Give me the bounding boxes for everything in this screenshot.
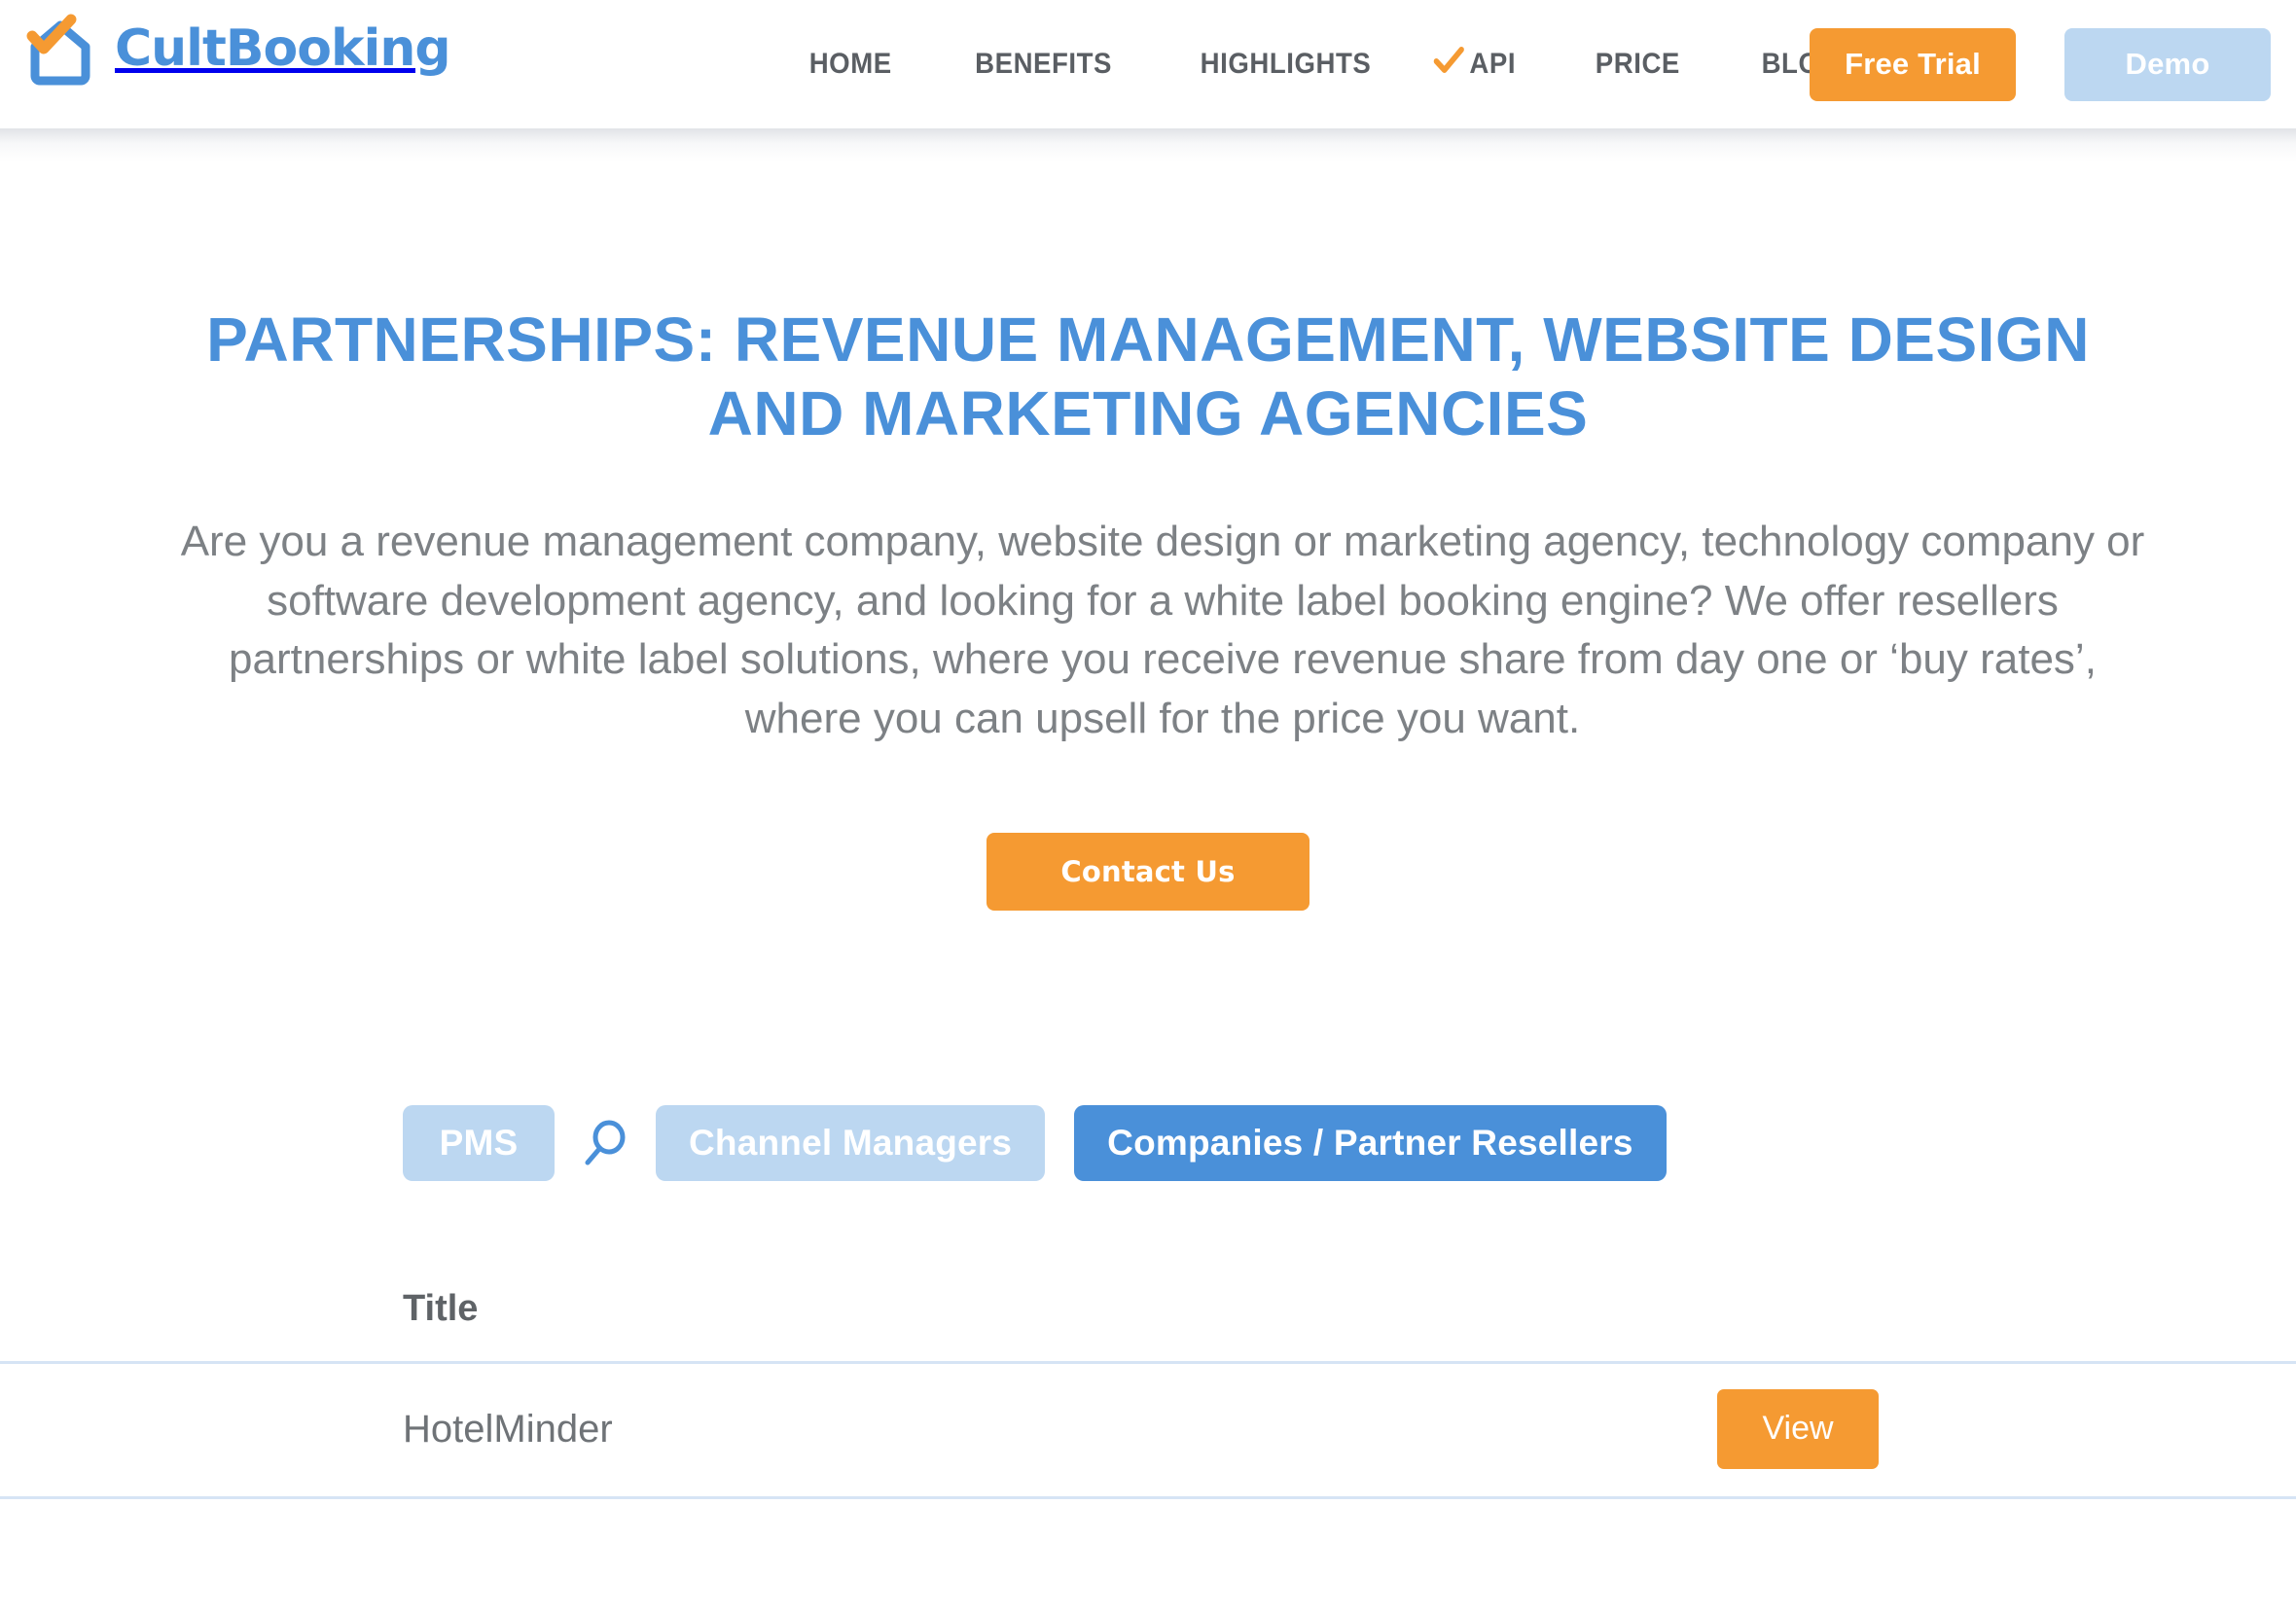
table-row: HotelMinder View [0, 1360, 2296, 1499]
tab-companies-partner-resellers[interactable]: Companies / Partner Resellers [1074, 1104, 1667, 1181]
header-cta-group: Free Trial Demo [1810, 0, 2271, 128]
view-button[interactable]: View [1717, 1388, 1879, 1469]
nav-item-benefits[interactable]: BENEFITS [942, 48, 1147, 81]
cta-row: Contact Us [175, 832, 2121, 911]
main-navigation: HOME BENEFITS HIGHLIGHTS API PRICE BLOG [769, 0, 1882, 128]
partner-name: HotelMinder [403, 1408, 613, 1452]
hero-paragraph: Are you a revenue management company, we… [180, 518, 2145, 743]
free-trial-button[interactable]: Free Trial [1810, 27, 2016, 101]
check-icon [1433, 46, 1464, 83]
nav-item-highlights[interactable]: HIGHLIGHTS [1166, 48, 1405, 81]
tab-pms[interactable]: PMS [403, 1104, 555, 1181]
tab-channel-managers[interactable]: Channel Managers [656, 1104, 1046, 1181]
nav-item-price[interactable]: PRICE [1561, 48, 1714, 81]
search-button[interactable] [555, 1105, 656, 1181]
search-icon [583, 1119, 628, 1167]
partners-table: Title HotelMinder View [0, 1288, 2296, 1499]
contact-us-button[interactable]: Contact Us [987, 832, 1309, 911]
hero-section: PARTNERSHIPS: REVENUE MANAGEMENT, WEBSIT… [175, 304, 2144, 911]
column-header-title: Title [403, 1287, 479, 1329]
nav-item-api-label: API [1468, 48, 1516, 80]
house-check-logo-icon [25, 12, 101, 86]
page-content: PARTNERSHIPS: REVENUE MANAGEMENT, WEBSIT… [0, 128, 2296, 1499]
nav-item-home[interactable]: HOME [775, 48, 926, 81]
logo-brand-text: CultBooking [115, 19, 451, 78]
partner-category-tabs: PMS Channel Managers Companies / Partner… [0, 1104, 2296, 1181]
site-header: CultBooking HOME BENEFITS HIGHLIGHTS API… [0, 0, 2296, 161]
nav-item-api[interactable]: API [1420, 46, 1549, 83]
demo-button[interactable]: Demo [2064, 27, 2271, 101]
site-logo[interactable]: CultBooking [25, 12, 451, 86]
table-header-row: Title [0, 1288, 2296, 1361]
page-title: PARTNERSHIPS: REVENUE MANAGEMENT, WEBSIT… [206, 305, 2090, 448]
